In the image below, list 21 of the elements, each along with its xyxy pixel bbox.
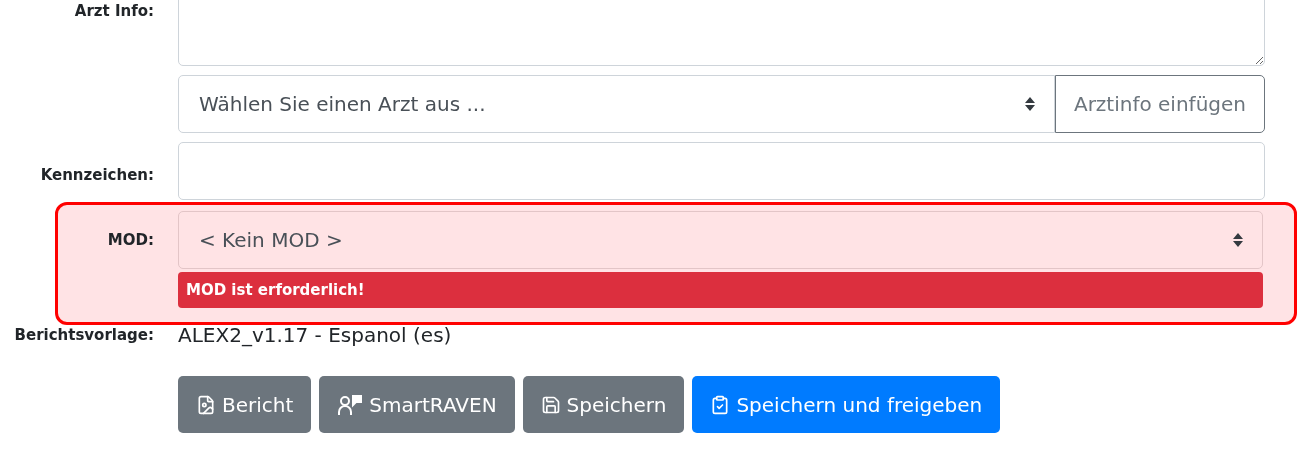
- error-message: MOD ist erforderlich!: [178, 272, 1263, 308]
- clipboard-check-icon: [710, 394, 731, 415]
- field-label: Berichtsvorlage:: [13, 326, 155, 344]
- action-button[interactable]: Speichern: [522, 376, 685, 433]
- doctor-select[interactable]: Wählen Sie einen Arzt aus ...: [178, 75, 1055, 133]
- people-chat-icon: [337, 393, 364, 416]
- save-icon: [540, 394, 561, 415]
- field-label: Kennzeichen:: [39, 166, 155, 186]
- action-button[interactable]: Speichern und freigeben: [692, 376, 1001, 433]
- insert-doctor-info-button[interactable]: Arztinfo einfügen: [1054, 75, 1265, 133]
- kennzeichen-input[interactable]: [178, 142, 1265, 200]
- report-file-icon: [196, 394, 216, 415]
- sort-caret-icon: [1232, 232, 1244, 248]
- field-label: Arzt Info:: [73, 1, 155, 20]
- sort-caret-icon: [1023, 96, 1036, 112]
- action-button[interactable]: Bericht: [178, 376, 312, 433]
- mod-select[interactable]: < Kein MOD >: [178, 211, 1263, 269]
- arzt-info-textarea[interactable]: [178, 0, 1265, 66]
- template-value: ALEX2_v1.17 - Espanol (es): [178, 323, 453, 347]
- field-label: MOD:: [106, 231, 155, 249]
- action-button[interactable]: SmartRAVEN: [319, 376, 515, 433]
